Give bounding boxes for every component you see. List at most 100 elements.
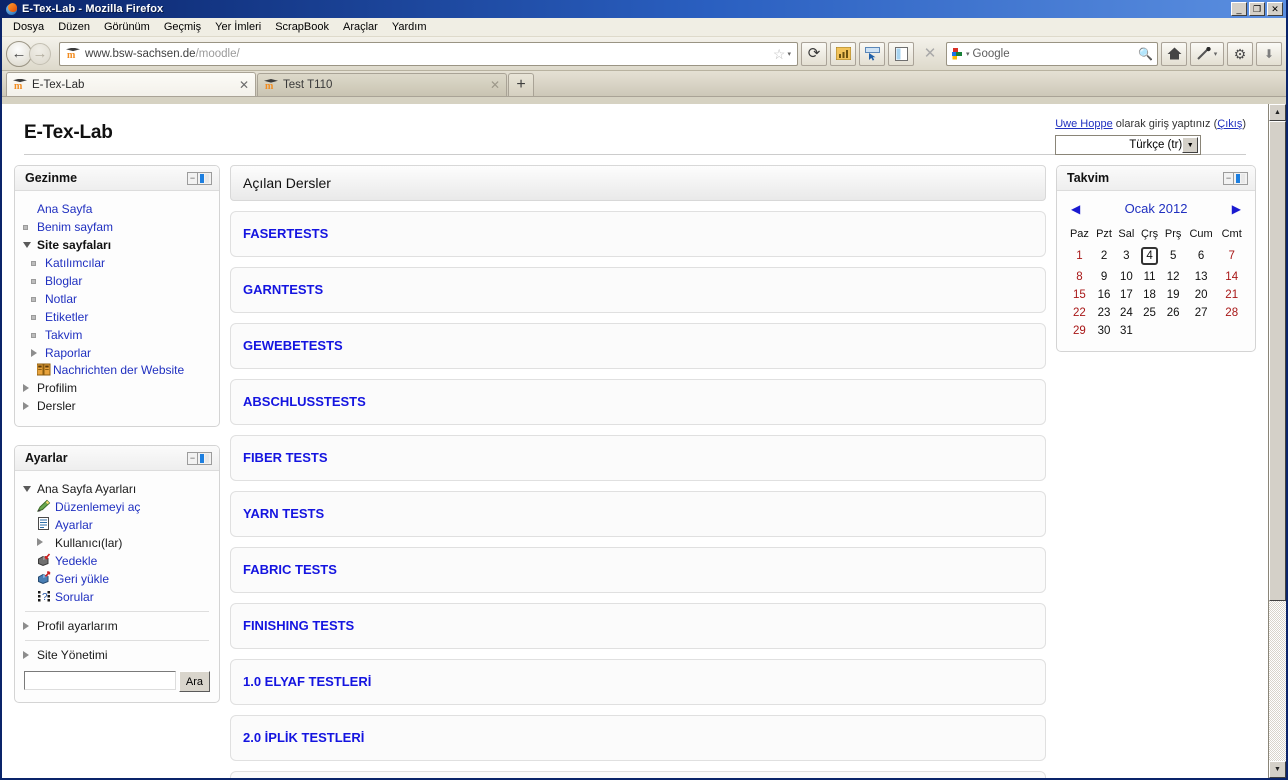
logout-link[interactable]: Çıkış [1217,118,1242,130]
new-tab-button[interactable]: + [508,73,534,96]
settings-item-geri-yukle[interactable]: Geri yükle [23,571,211,587]
course-box[interactable]: GARNTESTS [230,267,1046,313]
course-box[interactable]: FIBER TESTS [230,435,1046,481]
nav-item-label[interactable]: Ana Sayfa [37,201,92,217]
dock-icon[interactable] [198,451,212,465]
settings-item-label[interactable]: Sorular [55,589,94,605]
search-magnifier-icon[interactable]: 🔍 [1138,47,1153,61]
nav-item-label[interactable]: Katılımcılar [45,255,105,271]
settings-item-profil-ayarlarim[interactable]: Profil ayarlarım [23,618,211,634]
scroll-up-button[interactable]: ▲ [1269,104,1286,121]
reload-button[interactable]: ⟳ [801,41,827,66]
calendar-day[interactable]: 24 [1115,304,1137,322]
chevron-down-icon[interactable] [23,237,37,253]
menu-araclar[interactable]: Araçlar [336,19,385,35]
course-link[interactable]: FASERTESTS [243,226,328,241]
menu-yer-imleri[interactable]: Yer İmleri [208,19,268,35]
nav-item-bloglar[interactable]: Bloglar [23,273,211,289]
chevron-right-icon[interactable] [23,618,37,634]
chevron-down-icon[interactable]: ▾ [787,50,791,58]
nav-item-raporlar[interactable]: Raporlar [23,345,211,361]
calendar-day[interactable]: 11 [1138,268,1162,286]
settings-item-label[interactable]: Yedekle [55,553,97,569]
calendar-day[interactable]: 22 [1066,304,1093,322]
calendar-day[interactable]: 6 [1185,244,1218,268]
settings-item-kullanicilar[interactable]: Kullanıcı(lar) [23,535,211,551]
calendar-day[interactable]: 10 [1115,268,1137,286]
calendar-day[interactable]: 2 [1093,244,1115,268]
nav-item-profilim[interactable]: Profilim [23,380,211,396]
eyedropper-button[interactable]: ▾ [1190,41,1224,66]
menu-scrapbook[interactable]: ScrapBook [268,19,336,35]
search-submit-button[interactable]: Ara [178,671,210,692]
calendar-day[interactable]: 16 [1093,286,1115,304]
course-link[interactable]: 1.0 ELYAF TESTLERİ [243,674,371,689]
chevron-right-icon[interactable] [23,647,37,663]
calendar-day[interactable]: 3 [1115,244,1137,268]
readability-button[interactable] [830,41,856,66]
course-box[interactable]: FABRIC TESTS [230,547,1046,593]
nav-item-notlar[interactable]: Notlar [23,291,211,307]
settings-item-sorular[interactable]: ? Sorular [23,589,211,605]
course-box[interactable]: 2.0 İPLİK TESTLERİ [230,715,1046,761]
nav-item-label[interactable]: Bloglar [45,273,82,289]
stop-button[interactable]: ✕ [917,42,943,66]
nav-item-katilimcilar[interactable]: Katılımcılar [23,255,211,271]
search-input[interactable]: Google [970,48,1139,60]
course-link[interactable]: FINISHING TESTS [243,618,354,633]
restore-button[interactable]: ❐ [1249,2,1265,16]
course-link[interactable]: YARN TESTS [243,506,324,521]
language-select[interactable]: Türkçe (tr) ▼ [1055,135,1202,155]
calendar-day[interactable]: 23 [1093,304,1115,322]
calendar-day[interactable]: 14 [1217,268,1246,286]
course-link[interactable]: GARNTESTS [243,282,323,297]
calendar-day[interactable]: 13 [1185,268,1218,286]
settings-item-site-yonetimi[interactable]: Site Yönetimi [23,647,211,663]
scrollbar-track[interactable] [1269,121,1286,761]
user-profile-link[interactable]: Uwe Hoppe [1055,118,1112,130]
chevron-right-icon[interactable] [31,345,45,361]
calendar-day[interactable]: 9 [1093,268,1115,286]
calendar-day[interactable]: 27 [1185,304,1218,322]
menu-duzen[interactable]: Düzen [51,19,97,35]
calendar-day[interactable]: 25 [1138,304,1162,322]
nav-item-label[interactable]: Etiketler [45,309,88,325]
next-month-icon[interactable]: ▶ [1232,202,1241,216]
course-link[interactable]: ABSCHLUSSTESTS [243,394,366,409]
calendar-day[interactable]: 29 [1066,322,1093,340]
chevron-down-icon[interactable] [23,481,37,497]
dock-icon[interactable] [1234,171,1248,185]
calendar-month-label[interactable]: Ocak 2012 [1125,201,1188,216]
course-box-partial[interactable] [230,771,1046,778]
tab-close-icon[interactable]: ✕ [235,78,249,92]
nav-item-takvim[interactable]: Takvim [23,327,211,343]
course-box[interactable]: YARN TESTS [230,491,1046,537]
tab-test-t110[interactable]: m Test T110 ✕ [257,73,507,96]
minimize-button[interactable]: _ [1231,2,1247,16]
course-link[interactable]: GEWEBETESTS [243,338,343,353]
bookmark-controls[interactable]: ☆ ▾ [773,47,794,61]
nav-item-label[interactable]: Raporlar [45,345,91,361]
calendar-day[interactable]: 18 [1138,286,1162,304]
search-bar[interactable]: ▾ Google 🔍 [946,41,1158,66]
settings-item-ayarlar[interactable]: Ayarlar [23,517,211,533]
calendar-day[interactable]: 21 [1217,286,1246,304]
calendar-day[interactable]: 8 [1066,268,1093,286]
scrollbar-thumb[interactable] [1269,121,1286,601]
close-button[interactable]: ✕ [1267,2,1283,16]
calendar-day[interactable]: 28 [1217,304,1246,322]
tab-close-icon[interactable]: ✕ [486,78,500,92]
settings-item-ana-sayfa-ayarlari[interactable]: Ana Sayfa Ayarları [23,481,211,497]
page-scrollbar[interactable]: ▲ ▼ [1268,104,1286,778]
nav-item-label[interactable]: Nachrichten der Website [53,363,184,378]
home-button[interactable] [1161,41,1187,66]
calendar-day[interactable]: 1 [1066,244,1093,268]
selector-button[interactable] [859,41,885,66]
nav-item-label[interactable]: Notlar [45,291,77,307]
nav-item-label[interactable]: Benim sayfam [37,219,113,235]
settings-item-yedekle[interactable]: Yedekle [23,553,211,569]
chevron-right-icon[interactable] [37,535,52,549]
course-box[interactable]: FINISHING TESTS [230,603,1046,649]
course-box[interactable]: FASERTESTS [230,211,1046,257]
collapse-icon[interactable]: − [1223,171,1234,185]
